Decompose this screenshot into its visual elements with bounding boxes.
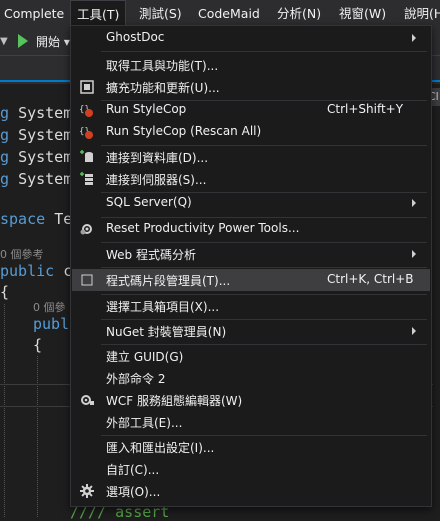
menu-help[interactable]: 說明(H — [404, 0, 440, 28]
code-line-brace-2: { — [33, 336, 43, 354]
menu-window[interactable]: 視窗(W) — [339, 0, 386, 28]
code-line-class: public c — [0, 262, 73, 280]
wcf-config-icon — [79, 392, 95, 408]
menu-item-external-tools[interactable]: 外部工具(E)... — [72, 411, 430, 433]
menu-item-extensions[interactable]: 擴充功能和更新(U)... — [72, 76, 430, 98]
menu-item-wcf-config-editor[interactable]: WCF 服務組態編輯器(W) — [72, 389, 430, 411]
extensions-icon — [79, 79, 95, 95]
indent-guide-1 — [4, 304, 5, 517]
tools-dropdown-menu: GhostDoc 取得工具與功能(T)... 擴充功能和更新(U)... {} … — [70, 25, 432, 507]
code-line-using-2: g System — [0, 126, 73, 144]
power-tools-icon — [79, 221, 95, 237]
menu-item-choose-toolbox-items[interactable]: 選擇工具箱項目(X)... — [72, 295, 430, 317]
menu-tools[interactable]: 工具(T) — [70, 0, 127, 27]
menu-analyze[interactable]: 分析(N) — [277, 0, 321, 28]
editor-vertical-scrollbar[interactable] — [433, 106, 440, 517]
submenu-arrow-icon — [412, 250, 416, 258]
start-play-icon[interactable] — [18, 34, 28, 48]
menu-bar: Complete 工具(T) 測試(S) CodeMaid 分析(N) 視窗(W… — [0, 0, 440, 28]
menu-item-run-stylecop[interactable]: {} Run StyleCop Ctrl+Shift+Y — [72, 99, 430, 121]
submenu-arrow-icon — [412, 34, 416, 42]
menu-item-import-export-settings[interactable]: 匯入和匯出設定(I)... — [72, 436, 430, 458]
codelens-references-2[interactable]: 0 個參 — [33, 299, 66, 315]
snippet-checkbox-icon — [79, 272, 95, 288]
gear-icon — [79, 483, 95, 499]
menu-item-connect-server[interactable]: 連接到伺服器(S)... — [72, 168, 430, 190]
menu-complete[interactable]: Complete — [4, 0, 64, 28]
indent-guide-2 — [37, 356, 38, 517]
menu-test[interactable]: 測試(S) — [139, 0, 182, 28]
codelens-references-1[interactable]: 0 個參考 — [0, 246, 44, 262]
menu-item-web-code-analysis[interactable]: Web 程式碼分析 — [72, 243, 430, 265]
code-line-using-1: g System — [0, 104, 73, 122]
code-line-method: publ — [33, 315, 70, 333]
code-line-using-3: g System — [0, 148, 73, 166]
menu-item-reset-power-tools[interactable]: Reset Productivity Power Tools... — [72, 218, 430, 240]
menu-item-nuget[interactable]: NuGet 封裝管理員(N) — [72, 320, 430, 342]
server-connect-icon — [79, 171, 95, 187]
code-line-brace-1: { — [0, 283, 10, 301]
menu-item-sql-server[interactable]: SQL Server(Q) — [72, 192, 430, 214]
toolbar-overflow-icon[interactable]: ▼ — [0, 36, 8, 47]
menu-item-customize[interactable]: 自訂(C)... — [72, 458, 430, 480]
submenu-arrow-icon — [412, 327, 416, 335]
submenu-arrow-icon — [412, 199, 416, 207]
code-line-using-4: g System — [0, 170, 73, 188]
stylecop-icon: {} — [79, 102, 95, 118]
menu-separator — [101, 267, 427, 268]
menu-item-options[interactable]: 選項(O)... — [72, 480, 430, 502]
menu-item-connect-database[interactable]: 連接到資料庫(D)... — [72, 146, 430, 168]
menu-separator — [101, 51, 427, 52]
menu-item-run-stylecop-rescan[interactable]: {} Run StyleCop (Rescan All) — [72, 121, 430, 143]
menu-item-ghostdoc[interactable]: GhostDoc — [72, 27, 430, 49]
menu-codemaid[interactable]: CodeMaid — [198, 0, 260, 28]
menu-item-code-snippets-manager[interactable]: 程式碼片段管理員(T)... Ctrl+K, Ctrl+B — [72, 269, 430, 291]
database-connect-icon — [79, 149, 95, 165]
menu-item-create-guid[interactable]: 建立 GUID(G) — [72, 345, 430, 367]
start-debug-button[interactable]: 開始 ▾ — [36, 33, 70, 50]
menu-item-get-tools[interactable]: 取得工具與功能(T)... — [72, 54, 430, 76]
menu-item-external-command-2[interactable]: 外部命令 2 — [72, 367, 430, 389]
code-line-namespace: space Te — [0, 210, 73, 228]
stylecop-icon: {} — [79, 124, 95, 140]
